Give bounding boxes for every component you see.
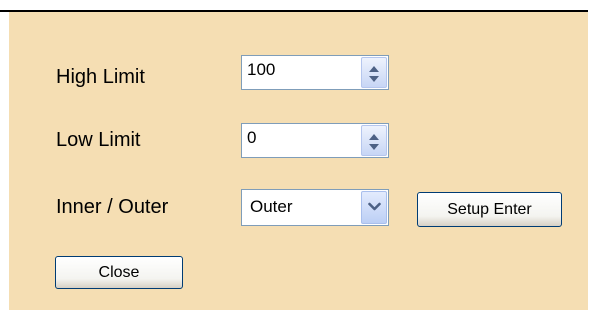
low-limit-value[interactable]: 0	[247, 128, 256, 148]
low-limit-spinbox[interactable]: 0	[241, 123, 389, 158]
chevron-down-icon	[368, 202, 381, 211]
settings-panel: High Limit 100 Low Limit 0 Inner / Outer…	[9, 12, 588, 310]
low-limit-spin-button[interactable]	[361, 125, 387, 156]
high-limit-spinbox[interactable]: 100	[241, 55, 389, 90]
high-limit-value[interactable]: 100	[247, 60, 275, 80]
setup-enter-button[interactable]: Setup Enter	[417, 192, 562, 227]
inner-outer-label: Inner / Outer	[56, 196, 169, 218]
inner-outer-select[interactable]: Outer	[241, 189, 389, 226]
high-limit-label: High Limit	[56, 66, 145, 88]
inner-outer-selected[interactable]: Outer	[250, 197, 293, 217]
spin-up-down-icon	[369, 134, 379, 150]
close-button[interactable]: Close	[55, 256, 183, 289]
low-limit-label: Low Limit	[56, 129, 141, 151]
high-limit-spin-button[interactable]	[361, 57, 387, 88]
inner-outer-dropdown-button[interactable]	[361, 191, 387, 224]
spin-up-down-icon	[369, 66, 379, 82]
